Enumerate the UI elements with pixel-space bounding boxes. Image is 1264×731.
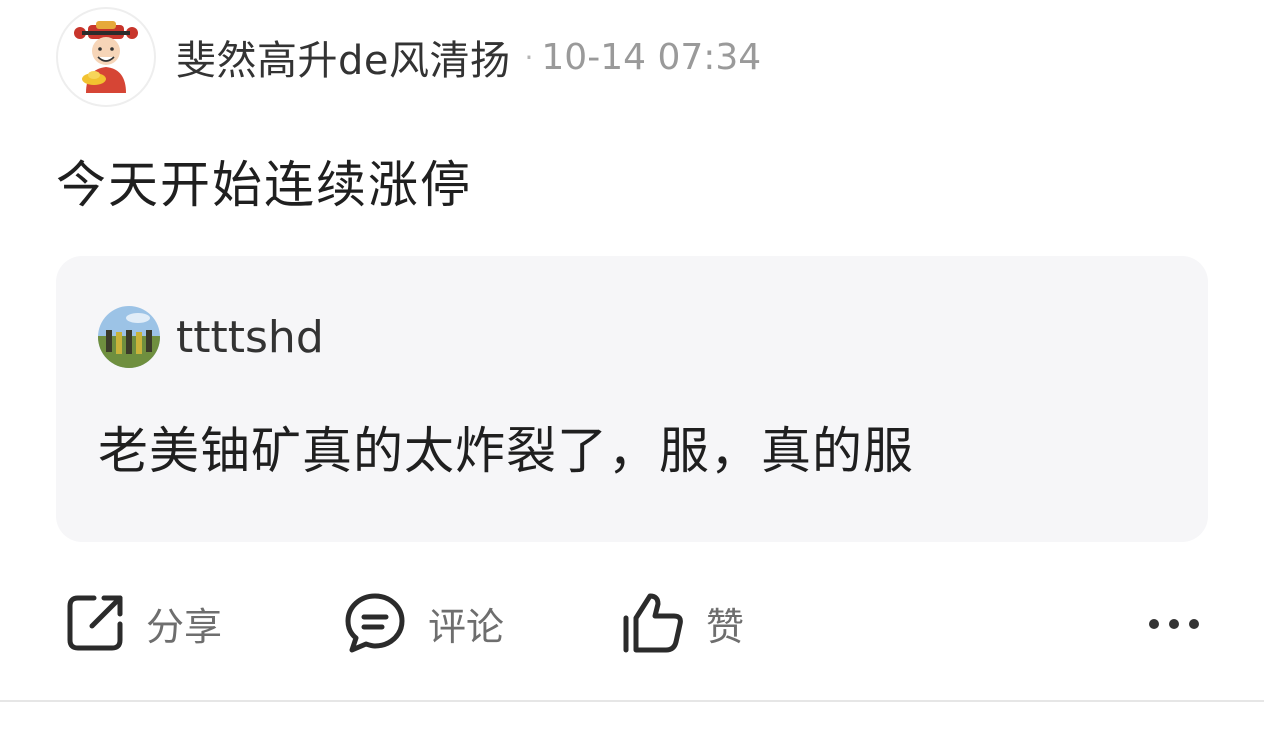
- outdoor-photo-avatar-icon: [98, 306, 160, 368]
- quoted-post-header: ttttshd: [98, 306, 324, 368]
- quoted-post-text: 老美铀矿真的太炸裂了，服，真的服: [98, 422, 914, 480]
- like-button[interactable]: 赞: [620, 588, 744, 658]
- separator-dot: ·: [524, 40, 534, 74]
- author-name[interactable]: 斐然高升de风清扬: [176, 28, 511, 86]
- action-bar: 分享 评论 赞: [56, 588, 1208, 658]
- share-button[interactable]: 分享: [64, 588, 222, 658]
- comment-icon: [345, 593, 405, 653]
- post-header: 斐然高升de风清扬 · 10-14 07:34: [56, 6, 761, 108]
- bottom-divider: [0, 700, 1264, 702]
- thumbs-up-icon: [623, 593, 683, 653]
- fortune-god-avatar-icon: [74, 21, 138, 93]
- like-label: 赞: [706, 604, 745, 649]
- quoted-author-name[interactable]: ttttshd: [176, 312, 324, 363]
- quoted-author-avatar[interactable]: [98, 306, 160, 368]
- more-icon: [1149, 619, 1199, 629]
- post-timestamp: 10-14 07:34: [541, 36, 762, 78]
- more-options-button[interactable]: [1144, 604, 1204, 644]
- comment-label: 评论: [428, 604, 505, 649]
- quoted-post-card[interactable]: ttttshd 老美铀矿真的太炸裂了，服，真的服: [56, 256, 1208, 542]
- comment-button[interactable]: 评论: [342, 588, 504, 658]
- share-icon: [67, 595, 123, 651]
- post-text: 今天开始连续涨停: [56, 156, 472, 214]
- share-label: 分享: [146, 604, 223, 649]
- author-avatar[interactable]: [56, 7, 156, 107]
